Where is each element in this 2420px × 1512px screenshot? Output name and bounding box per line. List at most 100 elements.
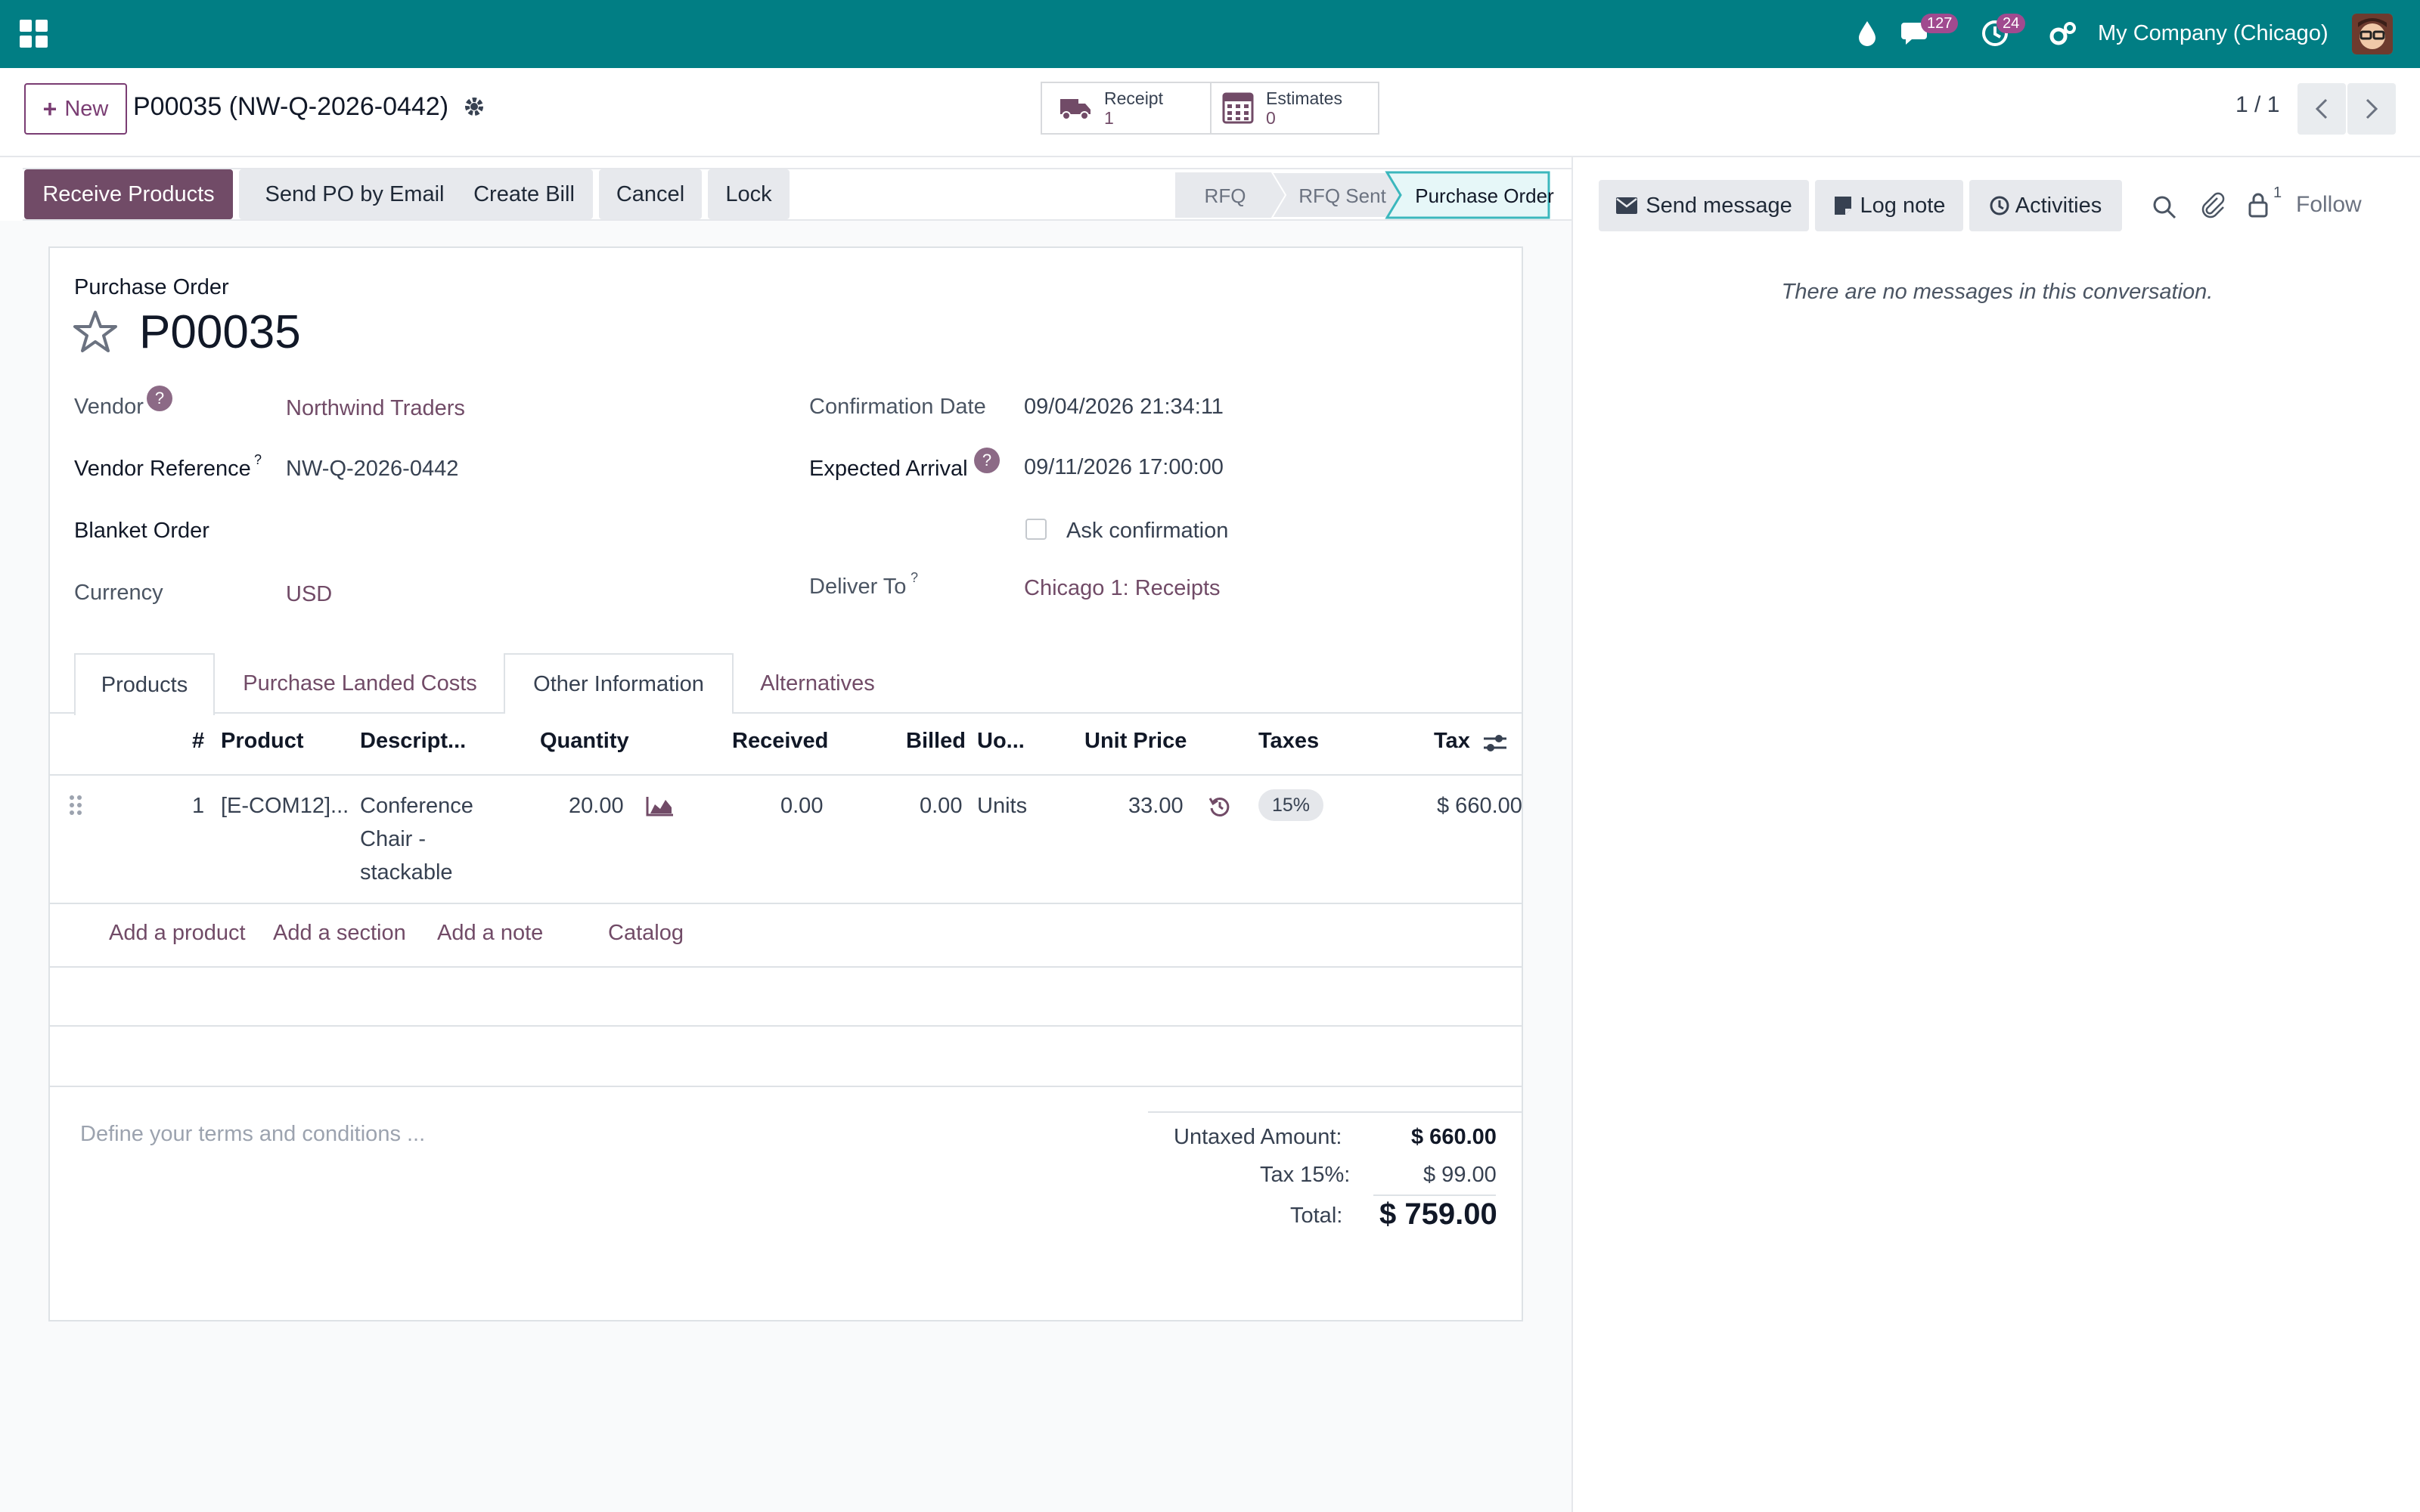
lock-button[interactable]: Lock [708,169,790,219]
col-unit-price[interactable]: Unit Price [1084,729,1187,754]
row-description-line1[interactable]: Conference [360,794,473,819]
estimates-label: Estimates [1266,88,1342,108]
record-name: P00035 [139,306,301,358]
row-description-line3[interactable]: stackable [360,860,453,885]
vendor-label: Vendor [74,395,144,419]
col-uom[interactable]: Uo... [977,729,1025,754]
add-note-link[interactable]: Add a note [437,921,543,946]
terms-conditions-input[interactable]: Define your terms and conditions ... [80,1122,425,1147]
col-number[interactable]: # [192,729,204,754]
plus-icon: + [42,94,57,122]
row-uom[interactable]: Units [977,794,1027,819]
status-bar: Receive Products Send PO by Email Create… [23,168,1573,221]
empty-conversation-message: There are no messages in this conversati… [1781,280,2214,304]
followers-lock-icon[interactable] [2248,192,2269,218]
estimates-smart-button[interactable]: Estimates 0 [1210,82,1379,135]
stage-rfq-sent[interactable]: RFQ Sent [1286,172,1399,219]
top-navbar: 127 24 My Company (Chicago) [0,0,2420,68]
catalog-link[interactable]: Catalog [608,921,684,946]
add-product-link[interactable]: Add a product [109,921,246,946]
blanket-order-label: Blanket Order [74,519,209,543]
deliver-to-label: Deliver To [809,575,907,599]
stage-rfq[interactable]: RFQ [1180,172,1270,219]
user-avatar[interactable] [2352,14,2393,54]
col-quantity[interactable]: Quantity [540,729,629,754]
estimates-count: 0 [1266,108,1276,128]
app-menu-icon[interactable] [20,20,48,48]
create-bill-button[interactable]: Create Bill [455,169,593,219]
tab-purchase-landed-costs[interactable]: Purchase Landed Costs [215,653,505,714]
send-po-email-button[interactable]: Send PO by Email [239,169,470,219]
star-icon[interactable] [73,310,118,354]
vendor-reference-help-icon[interactable]: ? [254,452,262,468]
col-description[interactable]: Descript... [360,729,466,754]
optional-columns-icon[interactable] [1482,730,1508,756]
water-drop-icon[interactable] [1857,20,1877,47]
col-taxes[interactable]: Taxes [1258,729,1319,754]
search-icon[interactable] [2152,195,2176,219]
add-section-link[interactable]: Add a section [273,921,406,946]
row-quantity[interactable]: 20.00 [569,794,624,819]
stage-purchase-order[interactable]: Purchase Order [1401,172,1568,219]
receipt-count: 1 [1104,108,1114,128]
gear-icon[interactable] [463,95,486,118]
tab-other-information[interactable]: Other Information [504,653,734,714]
untaxed-amount-value: $ 660.00 [1411,1125,1497,1149]
vendor-help-icon[interactable]: ? [147,386,172,411]
receipt-label: Receipt [1104,88,1163,108]
pager-next-button[interactable] [2347,83,2396,135]
currency-field[interactable]: USD [286,582,332,607]
row-unit-price[interactable]: 33.00 [1128,794,1184,819]
company-switcher[interactable]: My Company (Chicago) [2098,21,2328,46]
new-button[interactable]: + New [24,83,127,135]
currency-label: Currency [74,581,163,605]
add-row-border [50,966,1522,968]
settings-gears-icon[interactable] [2049,21,2077,47]
ask-confirmation-checkbox[interactable] [1025,519,1047,540]
vendor-reference-field[interactable]: NW-Q-2026-0442 [286,457,458,482]
tab-alternatives[interactable]: Alternatives [734,653,901,714]
col-tax[interactable]: Tax [1434,729,1470,754]
chevron-right-icon [2366,98,2378,119]
row-received: 0.00 [780,794,824,818]
log-note-label: Log note [1860,193,1946,218]
follow-button[interactable]: Follow [2296,192,2362,218]
chevron-left-icon [2315,98,2328,119]
tab-products[interactable]: Products [74,653,215,715]
deliver-to-help-icon[interactable]: ? [911,570,918,586]
col-billed[interactable]: Billed [906,729,966,754]
pager-previous-button[interactable] [2297,83,2346,135]
attachment-paperclip-icon[interactable] [2201,192,2226,219]
untaxed-amount-label: Untaxed Amount: [1174,1125,1342,1149]
row-number: 1 [192,794,205,818]
col-received[interactable]: Received [732,729,828,754]
note-icon [1834,197,1851,215]
confirmation-date-field[interactable]: 09/04/2026 21:34:11 [1024,395,1224,420]
vendor-field[interactable]: Northwind Traders [286,396,465,421]
cancel-button[interactable]: Cancel [599,169,702,219]
log-note-button[interactable]: Log note [1815,180,1963,231]
tax-tag[interactable]: 15% [1258,789,1324,821]
activities-badge: 24 [1996,14,2026,33]
ask-confirmation-label: Ask confirmation [1066,519,1229,543]
row-billed: 0.00 [920,794,963,818]
pager-value[interactable]: 1 / 1 [2235,92,2279,118]
tax-15-value: $ 99.00 [1423,1163,1497,1187]
drag-handle-icon[interactable] [68,794,83,816]
row-product[interactable]: [E-COM12]... [221,794,349,819]
expected-arrival-help-icon[interactable]: ? [974,448,1000,473]
new-button-label: New [64,96,109,121]
row-description-line2[interactable]: Chair - [360,827,426,852]
send-message-button[interactable]: Send message [1599,180,1809,231]
col-product[interactable]: Product [221,729,304,754]
forecast-chart-icon[interactable] [646,795,675,816]
followers-count: 1 [2273,184,2282,201]
chatter-panel: Send message Log note Activities 1 Follo… [1571,157,2420,1512]
reset-price-icon[interactable] [1208,795,1231,818]
receive-products-button[interactable]: Receive Products [24,169,233,219]
receipt-smart-button[interactable]: Receipt 1 [1041,82,1212,135]
messages-badge: 127 [1921,14,1959,33]
deliver-to-field[interactable]: Chicago 1: Receipts [1024,576,1221,601]
expected-arrival-field[interactable]: 09/11/2026 17:00:00 [1024,455,1224,480]
activities-button[interactable]: Activities [1969,180,2122,231]
